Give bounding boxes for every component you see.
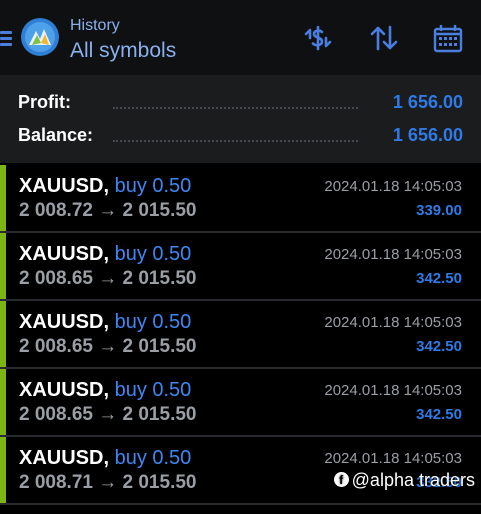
dollar-exchange-icon[interactable] xyxy=(302,22,334,54)
deal-direction: buy 0.50 xyxy=(114,311,192,333)
account-summary: Profit: 1 656.00 Balance: 1 656.00 xyxy=(0,75,481,163)
deal-time: 2024.01.18 14:05:03 xyxy=(324,178,462,195)
watermark-text: @alpha traders xyxy=(351,470,475,490)
deal-prices: 2 008.65 → 2 015.50 xyxy=(19,404,197,425)
deal-prices: 2 008.71 → 2 015.50 xyxy=(19,472,197,493)
deal-direction: buy 0.50 xyxy=(114,175,192,197)
deal-profit: 342.50 xyxy=(416,406,462,423)
deal-time: 2024.01.18 14:05:03 xyxy=(324,246,462,263)
deal-profit: 342.50 xyxy=(416,338,462,355)
facebook-icon: f xyxy=(333,472,349,487)
buy-indicator-bar xyxy=(0,437,6,503)
deal-header: XAUUSD, buy 0.50 xyxy=(19,175,191,198)
header-subtitle: History xyxy=(70,17,120,34)
watermark: f @alpha traders xyxy=(333,470,475,492)
deal-symbol: XAUUSD, xyxy=(19,175,110,197)
deal-row[interactable]: XAUUSD, buy 0.50 2 008.65 → 2 015.50 202… xyxy=(0,301,481,369)
profit-value: 1 656.00 xyxy=(392,92,463,112)
dotted-leader xyxy=(113,107,358,109)
deal-symbol: XAUUSD, xyxy=(19,243,110,265)
app-header: History All symbols xyxy=(0,0,481,75)
sort-icon[interactable] xyxy=(368,22,400,54)
deal-symbol: XAUUSD, xyxy=(19,311,110,333)
buy-indicator-bar xyxy=(0,301,6,367)
deal-header: XAUUSD, buy 0.50 xyxy=(19,243,191,266)
deal-prices: 2 008.65 → 2 015.50 xyxy=(19,268,197,289)
balance-label: Balance: xyxy=(18,125,94,145)
menu-icon[interactable] xyxy=(0,29,12,49)
deal-profit: 342.50 xyxy=(416,270,462,287)
deal-time: 2024.01.18 14:05:03 xyxy=(324,450,462,467)
deal-direction: buy 0.50 xyxy=(114,379,192,401)
buy-indicator-bar xyxy=(0,165,6,231)
deal-prices: 2 008.65 → 2 015.50 xyxy=(19,336,197,357)
deal-symbol: XAUUSD, xyxy=(19,447,110,469)
deal-profit: 339.00 xyxy=(416,202,462,219)
deal-row[interactable]: XAUUSD, buy 0.50 2 008.65 → 2 015.50 202… xyxy=(0,369,481,437)
profit-label: Profit: xyxy=(18,92,71,112)
profit-row: Profit: 1 656.00 xyxy=(18,92,463,116)
buy-indicator-bar xyxy=(0,233,6,299)
deal-header: XAUUSD, buy 0.50 xyxy=(19,379,191,402)
balance-value: 1 656.00 xyxy=(392,125,463,145)
deal-direction: buy 0.50 xyxy=(114,243,192,265)
deal-row[interactable]: XAUUSD, buy 0.50 2 008.65 → 2 015.50 202… xyxy=(0,233,481,301)
deal-direction: buy 0.50 xyxy=(114,447,192,469)
dotted-leader xyxy=(113,140,358,142)
deal-time: 2024.01.18 14:05:03 xyxy=(324,314,462,331)
page-title[interactable]: All symbols xyxy=(70,39,176,63)
metatrader-logo-icon xyxy=(20,17,60,57)
deal-time: 2024.01.18 14:05:03 xyxy=(324,382,462,399)
deal-symbol: XAUUSD, xyxy=(19,379,110,401)
deal-header: XAUUSD, buy 0.50 xyxy=(19,447,191,470)
deal-row[interactable]: XAUUSD, buy 0.50 2 008.72 → 2 015.50 202… xyxy=(0,165,481,233)
deals-list: XAUUSD, buy 0.50 2 008.72 → 2 015.50 202… xyxy=(0,165,481,505)
buy-indicator-bar xyxy=(0,369,6,435)
calendar-icon[interactable] xyxy=(432,22,464,54)
balance-row: Balance: 1 656.00 xyxy=(18,125,463,149)
deal-prices: 2 008.72 → 2 015.50 xyxy=(19,200,197,221)
deal-header: XAUUSD, buy 0.50 xyxy=(19,311,191,334)
